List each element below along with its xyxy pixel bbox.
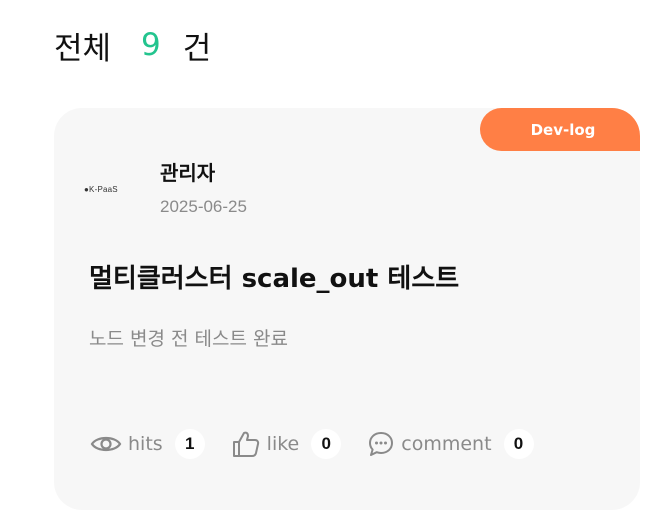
post-title[interactable]: 멀티클러스터 scale_out 테스트 (89, 258, 459, 295)
like-count: 0 (311, 429, 342, 459)
author-row: ●K-PaaS 관리자 2025-06-25 (84, 160, 247, 218)
post-list-page: 전체 9 건 Dev-log ●K-PaaS 관리자 2025-06-25 멀티… (0, 0, 663, 525)
total-count: 9 (141, 27, 161, 63)
author-name: 관리자 (160, 161, 216, 185)
author-meta: 관리자 2025-06-25 (160, 160, 247, 218)
total-unit: 건 (182, 30, 212, 67)
like-stat[interactable]: like 0 (231, 429, 342, 459)
avatar: ●K-PaaS (84, 160, 152, 216)
post-date: 2025-06-25 (160, 197, 247, 216)
comment-label[interactable]: comment (401, 433, 491, 455)
post-card[interactable]: Dev-log ●K-PaaS 관리자 2025-06-25 멀티클러스터 sc… (54, 108, 640, 510)
category-badge[interactable]: Dev-log (480, 108, 640, 151)
hits-count: 1 (174, 429, 205, 459)
hits-label: hits (128, 433, 163, 455)
hits-stat: hits 1 (90, 429, 205, 459)
avatar-logo: ●K-PaaS (84, 183, 118, 194)
total-count-header: 전체 9 건 (54, 22, 211, 68)
post-stats: hits 1 like 0 comment 0 (90, 426, 560, 462)
like-label[interactable]: like (267, 433, 300, 455)
avatar-logo-text: K-PaaS (89, 184, 118, 194)
eye-icon (90, 433, 122, 455)
total-label: 전체 (54, 30, 112, 67)
post-summary: 노드 변경 전 테스트 완료 (89, 328, 288, 350)
comment-count: 0 (503, 429, 534, 459)
speech-bubble-icon[interactable] (367, 430, 395, 458)
comment-stat[interactable]: comment 0 (367, 429, 534, 459)
thumbs-up-icon[interactable] (231, 429, 261, 459)
